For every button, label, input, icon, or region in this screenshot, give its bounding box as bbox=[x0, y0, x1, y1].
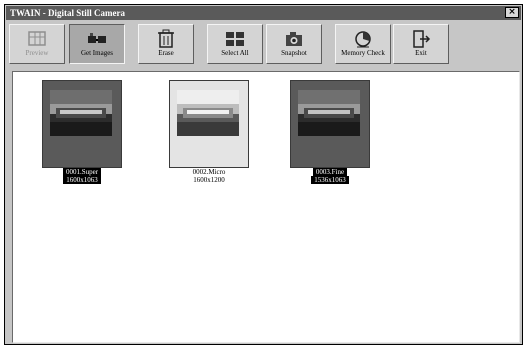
preview-icon bbox=[28, 31, 46, 46]
select-all-button[interactable]: Select All bbox=[207, 24, 263, 64]
thumbnail-item[interactable] bbox=[290, 80, 370, 170]
thumbnail-image bbox=[177, 90, 239, 136]
thumbnail-name: 0003.Fine bbox=[312, 168, 348, 176]
get-images-icon bbox=[88, 33, 106, 43]
snapshot-icon bbox=[286, 32, 302, 46]
memory-check-button[interactable]: Memory Check bbox=[335, 24, 391, 64]
thumbnail-image bbox=[298, 90, 360, 136]
erase-button[interactable]: Erase bbox=[138, 24, 194, 64]
thumbnail-view[interactable]: 0001.Super 1600x1063 0002.Micro 1600x120… bbox=[12, 71, 520, 343]
twain-window: TWAIN - Digital Still Camera × Preview G… bbox=[4, 4, 523, 345]
snapshot-label: Snapshot bbox=[281, 49, 307, 57]
window-title: TWAIN - Digital Still Camera bbox=[10, 8, 125, 18]
thumbnail-size: 1600x1200 bbox=[193, 176, 225, 184]
thumbnail-size: 1536x1063 bbox=[311, 176, 349, 184]
memory-check-label: Memory Check bbox=[341, 49, 385, 57]
erase-label: Erase bbox=[158, 49, 174, 57]
thumbnail-name: 0001.Super bbox=[62, 168, 102, 176]
snapshot-button[interactable]: Snapshot bbox=[266, 24, 322, 64]
thumbnail-caption: 0002.Micro 1600x1200 bbox=[154, 168, 264, 184]
exit-button[interactable]: Exit bbox=[393, 24, 449, 64]
toolbar: Preview Get Images Erase Select All Snap… bbox=[9, 22, 449, 66]
thumbnail-caption: 0001.Super 1600x1063 bbox=[27, 168, 137, 184]
preview-button[interactable]: Preview bbox=[9, 24, 65, 64]
thumbnail-size: 1600x1063 bbox=[63, 176, 101, 184]
thumbnail-caption: 0003.Fine 1536x1063 bbox=[275, 168, 385, 184]
get-images-button[interactable]: Get Images bbox=[69, 24, 125, 64]
close-icon[interactable]: × bbox=[505, 7, 519, 18]
title-bar[interactable]: TWAIN - Digital Still Camera × bbox=[6, 6, 521, 20]
erase-icon bbox=[158, 29, 174, 48]
select-all-icon bbox=[226, 32, 244, 46]
thumbnail-item[interactable] bbox=[169, 80, 249, 170]
thumbnail-name: 0002.Micro bbox=[192, 168, 226, 176]
get-images-label: Get Images bbox=[80, 49, 114, 57]
exit-icon bbox=[413, 30, 431, 48]
memory-check-icon bbox=[355, 31, 371, 48]
select-all-label: Select All bbox=[221, 49, 249, 57]
thumbnail-item[interactable] bbox=[42, 80, 122, 170]
exit-label: Exit bbox=[415, 49, 427, 57]
preview-label: Preview bbox=[25, 49, 49, 57]
thumbnail-image bbox=[50, 90, 112, 136]
